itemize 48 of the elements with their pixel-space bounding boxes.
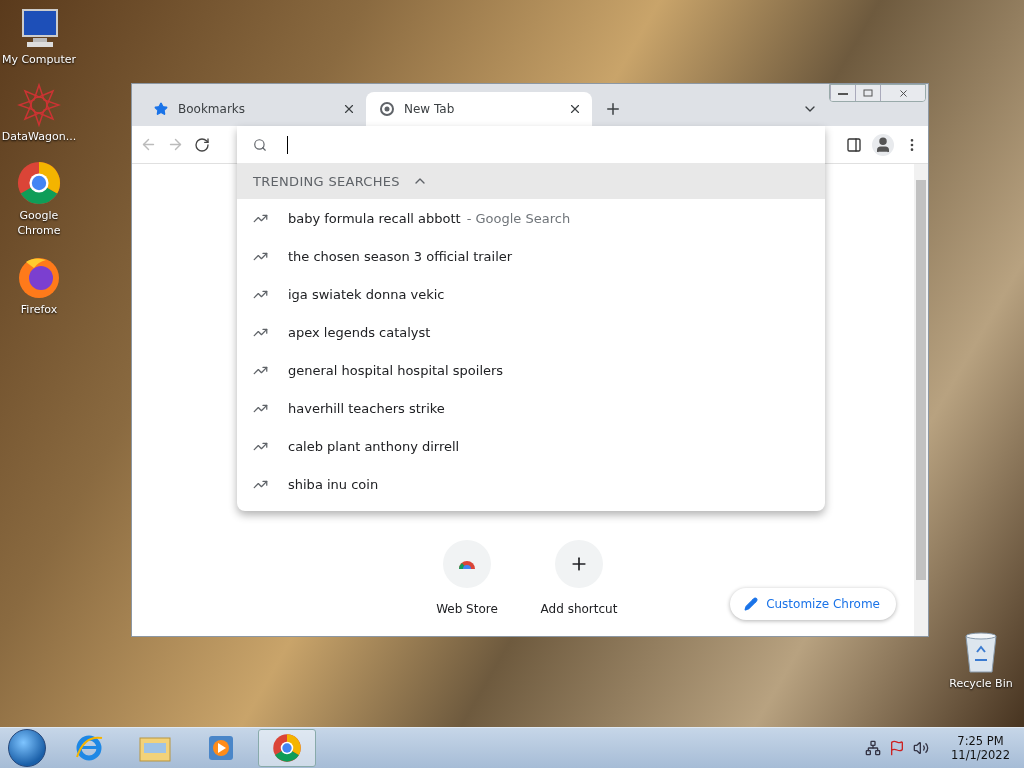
suggestion-source: - Google Search	[466, 210, 571, 226]
clock[interactable]: 7:25 PM 11/1/2022	[951, 734, 1010, 762]
pencil-icon	[744, 597, 759, 611]
start-button[interactable]	[8, 729, 46, 767]
section-header[interactable]: TRENDING SEARCHES	[237, 163, 825, 199]
scrollbar[interactable]	[914, 164, 928, 636]
maximize-icon	[863, 89, 873, 97]
minimize-icon	[838, 91, 848, 95]
desktop-icon-label[interactable]: My Computer	[1, 52, 77, 67]
suggestion-item[interactable]: general hospital hospital spoilers	[288, 362, 504, 378]
new-tab-icon[interactable]	[604, 100, 622, 118]
suggestion-item[interactable]: apex legends catalyst	[288, 324, 431, 340]
media-player-icon	[208, 734, 234, 762]
desktop-icon-label[interactable]: Firefox	[20, 302, 58, 317]
shortcut-tile[interactable]	[555, 540, 603, 588]
side-panel-icon[interactable]	[846, 136, 862, 153]
network-icon[interactable]	[865, 740, 882, 756]
taskbar-app[interactable]	[258, 729, 316, 767]
flag-icon[interactable]	[889, 740, 906, 756]
suggestion-item[interactable]: caleb plant anthony dirrell	[288, 438, 460, 454]
web-store-icon	[458, 559, 476, 569]
minimize-button[interactable]	[830, 85, 855, 101]
browser-tab[interactable]: New Tab	[366, 92, 592, 126]
close-tab-icon[interactable]	[568, 102, 582, 116]
desktop-icon-label[interactable]: Recycle Bin	[949, 676, 1013, 691]
desktop-icon-label[interactable]: Google Chrome	[0, 208, 78, 238]
shortcut-label[interactable]: Web Store	[436, 602, 498, 616]
shortcut-label[interactable]: Add shortcut	[540, 602, 618, 616]
star-pattern-icon	[17, 83, 61, 127]
suggestion-item[interactable]: iga swiatek donna vekic	[288, 286, 445, 302]
suggestion-item[interactable]: baby formula recall abbott	[288, 210, 461, 226]
desktop-icon-label[interactable]: DataWagon...	[1, 129, 77, 144]
shortcut-tile[interactable]	[443, 540, 491, 588]
suggestion-item[interactable]: the chosen season 3 official trailer	[288, 248, 513, 264]
folder-icon	[139, 734, 171, 762]
search-icon	[253, 137, 267, 152]
browser-tab[interactable]: Bookmarks	[140, 92, 366, 126]
profile-icon[interactable]	[872, 133, 894, 156]
reload-icon[interactable]	[194, 136, 210, 153]
customize-chrome-button[interactable]: Customize Chrome	[730, 588, 896, 620]
suggestion-item[interactable]: shiba inu coin	[288, 476, 379, 492]
volume-icon[interactable]	[913, 740, 930, 756]
close-icon	[897, 87, 909, 99]
close-tab-icon[interactable]	[342, 102, 356, 116]
star-icon	[154, 102, 168, 116]
internet-explorer-icon	[74, 733, 104, 763]
suggestion-item[interactable]: haverhill teachers strike	[288, 400, 445, 416]
recycle-bin-icon	[963, 630, 999, 674]
